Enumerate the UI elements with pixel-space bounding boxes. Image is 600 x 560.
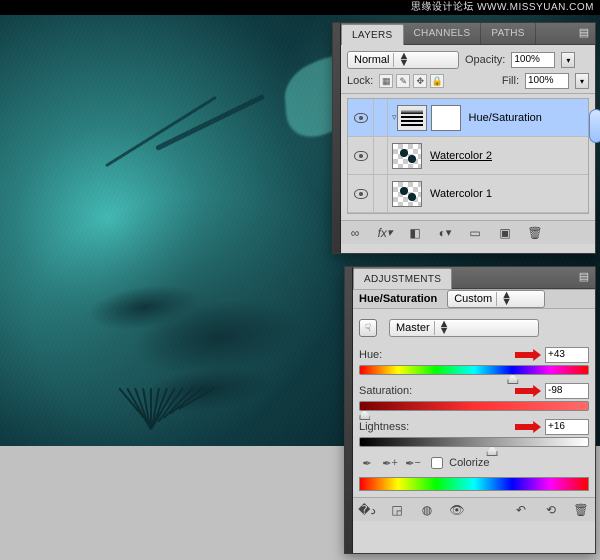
panel-menu-icon[interactable]: ▤ [573,267,595,288]
layer-name[interactable]: Watercolor 2 [430,150,492,162]
lock-transparency-icon[interactable]: ▦ [379,74,393,88]
adjustments-panel-tabs: ADJUSTMENTS ▤ [353,267,595,289]
visibility-toggle[interactable] [348,99,374,136]
layers-footer: ∞ fx▾ ◧ ◐▾ ▭ ▣ 🗑 [341,220,595,244]
clip-icon[interactable]: ◍ [419,502,435,518]
visibility-toggle[interactable] [348,137,374,174]
link-col[interactable] [374,137,388,174]
opacity-label: Opacity: [465,54,505,66]
scroll-thumb[interactable] [589,109,600,143]
fill-field[interactable]: 100% [525,73,569,89]
adjustments-panel: « ADJUSTMENTS ▤ Hue/Saturation Custom ▲▼… [344,266,596,554]
adjustments-footer: �د ◲ ◍ 👁 ↶ ⟲ 🗑 [353,497,595,521]
callout-arrow-icon [515,349,541,361]
saturation-track[interactable] [359,401,589,411]
blend-mode-select[interactable]: Normal ▲▼ [347,51,459,69]
layer-thumb[interactable] [392,143,422,169]
tab-layers[interactable]: LAYERS [341,24,404,45]
link-icon[interactable]: ∞ [347,225,363,241]
hue-field[interactable]: +43 [545,347,589,363]
preset-select[interactable]: Custom ▲▼ [447,290,545,308]
panel-menu-icon[interactable]: ▤ [573,23,595,44]
lightness-field[interactable]: +16 [545,419,589,435]
lock-icons: ▦ ✎ ✥ 🔒 [379,74,444,88]
fx-icon[interactable]: fx▾ [377,225,393,241]
layer-thumb[interactable] [392,181,422,207]
adjustment-type-label: Hue/Saturation [359,293,437,305]
link-col[interactable] [374,99,388,136]
saturation-label: Saturation: [359,385,412,397]
layer-row[interactable]: Watercolor 2 [348,137,588,175]
saturation-field[interactable]: -98 [545,383,589,399]
watermark-bar: 思缘设计论坛 WWW.MISSYUAN.COM [0,0,600,15]
layer-list: ▿ Hue/Saturation Watercolor 2 [347,98,589,214]
layers-panel: « LAYERS CHANNELS PATHS ▤ Normal ▲▼ Opac… [332,22,596,254]
slider-handle[interactable] [359,410,370,420]
callout-arrow-icon [515,421,541,433]
layers-panel-tabs: LAYERS CHANNELS PATHS ▤ [341,23,595,45]
eyedropper-group: ✒ ✒+ ✒− [359,455,425,471]
eye-icon [354,113,368,123]
hue-track[interactable] [359,365,589,375]
opacity-field[interactable]: 100% [511,52,555,68]
lightness-label: Lightness: [359,421,409,433]
tab-paths[interactable]: PATHS [481,23,535,44]
expand-icon[interactable]: ◲ [389,502,405,518]
reset-icon[interactable]: ⟲ [543,502,559,518]
eyedropper-plus-icon[interactable]: ✒+ [382,455,398,471]
lightness-track[interactable] [359,437,589,447]
slider-handle[interactable] [487,446,498,456]
eye-icon [354,189,368,199]
mask-icon[interactable]: ◧ [407,225,423,241]
tab-channels[interactable]: CHANNELS [404,23,482,44]
slider-handle[interactable] [507,374,518,384]
group-icon[interactable]: ▭ [467,225,483,241]
previous-state-icon[interactable]: ↶ [513,502,529,518]
new-layer-icon[interactable]: ▣ [497,225,513,241]
targeted-adjust-icon[interactable]: ☟ [359,319,377,337]
layer-row[interactable]: Watercolor 1 [348,175,588,213]
tab-adjustments[interactable]: ADJUSTMENTS [353,268,452,289]
range-value: Master [396,322,430,334]
saturation-slider: Saturation: -98 [359,383,589,411]
lock-pixels-icon[interactable]: ✎ [396,74,410,88]
lock-label: Lock: [347,75,373,87]
trash-icon[interactable]: 🗑 [573,502,589,518]
layer-name[interactable]: Hue/Saturation [469,112,542,124]
adjustment-thumb[interactable] [397,105,427,131]
opacity-stepper[interactable]: ▾ [561,52,575,68]
lock-position-icon[interactable]: ✥ [413,74,427,88]
blend-mode-value: Normal [354,54,389,66]
spectrum-bar [359,477,589,491]
colorize-label: Colorize [449,457,489,469]
toggle-visibility-icon[interactable]: 👁 [449,502,465,518]
panel-grip[interactable] [333,23,341,253]
fill-stepper[interactable]: ▾ [575,73,589,89]
adjustment-icon[interactable]: ◐▾ [437,225,453,241]
layer-row[interactable]: ▿ Hue/Saturation [348,99,588,137]
lightness-slider: Lightness: +16 [359,419,589,447]
hue-slider: Hue: +43 [359,347,589,375]
colorize-checkbox[interactable] [431,457,443,469]
layer-name[interactable]: Watercolor 1 [430,188,492,200]
range-select[interactable]: Master ▲▼ [389,319,539,337]
visibility-toggle[interactable] [348,175,374,212]
hue-label: Hue: [359,349,382,361]
adjustment-type-row: Hue/Saturation Custom ▲▼ [353,289,595,309]
panel-grip[interactable] [345,267,353,553]
eyedropper-icon[interactable]: ✒ [359,455,375,471]
preset-value: Custom [454,293,492,305]
link-col[interactable] [374,175,388,212]
fill-label: Fill: [502,75,519,87]
lock-all-icon[interactable]: 🔒 [430,74,444,88]
eyedropper-minus-icon[interactable]: ✒− [405,455,421,471]
callout-arrow-icon [515,385,541,397]
trash-icon[interactable]: 🗑 [527,225,543,241]
eye-icon [354,151,368,161]
mask-thumb[interactable] [431,105,461,131]
back-icon[interactable]: �د [359,502,375,518]
